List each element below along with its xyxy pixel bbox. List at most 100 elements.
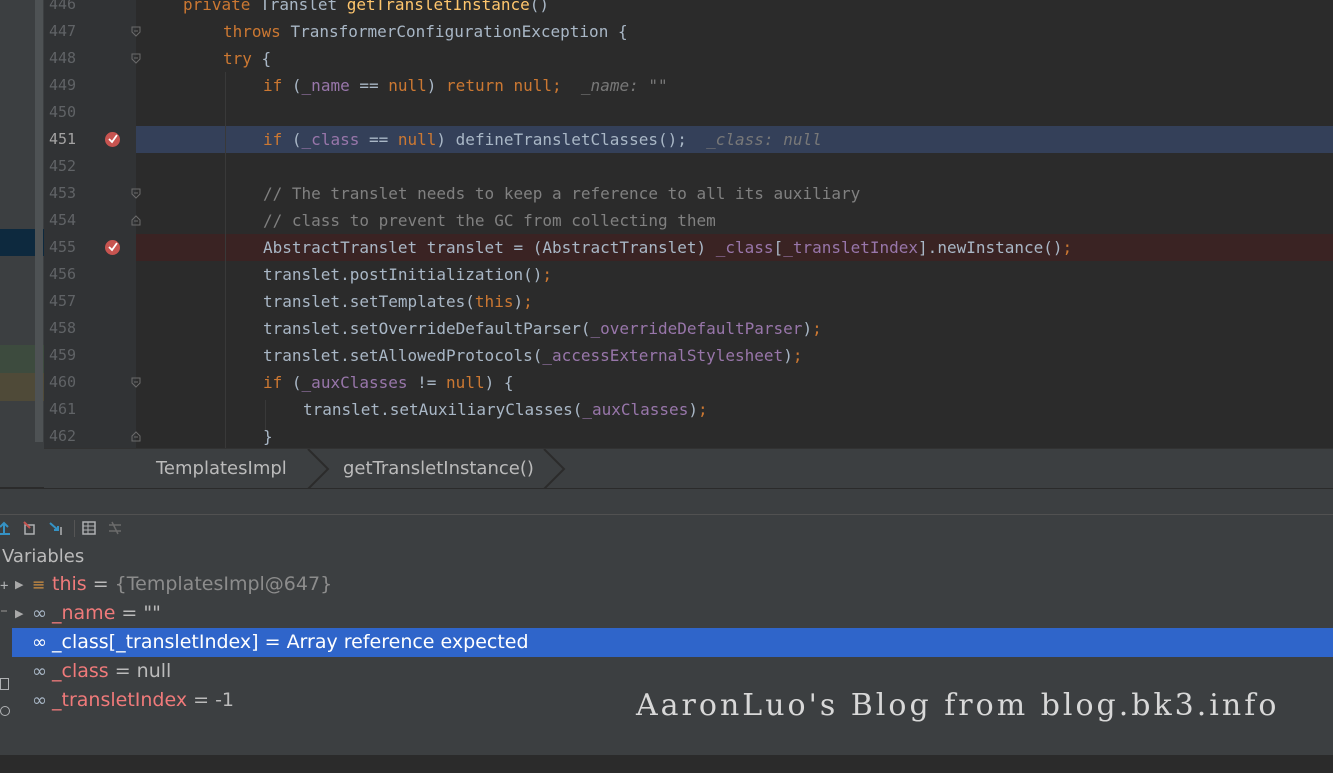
code-token: translet.postInitialization() xyxy=(263,265,543,284)
code-token: ; xyxy=(552,76,562,95)
code-token: translet.setAuxiliaryClasses( xyxy=(303,400,583,419)
breakpoint-icon[interactable] xyxy=(104,239,121,256)
variable-name: this xyxy=(52,573,87,595)
drop-frame-icon[interactable] xyxy=(22,520,38,536)
code-comment: // The translet needs to keep a referenc… xyxy=(263,184,861,203)
inline-debug-value: _name: "" xyxy=(561,76,668,95)
code-token: Translet xyxy=(260,0,347,14)
code-line-457: translet.setTemplates(this); xyxy=(136,288,533,315)
code-token: ) xyxy=(802,319,813,338)
line-number: 454 xyxy=(49,211,77,229)
breadcrumb-item-class[interactable]: TemplatesImpl xyxy=(156,449,287,489)
code-token: ) xyxy=(688,400,698,419)
code-token: _name xyxy=(301,76,350,95)
code-token: } xyxy=(263,427,273,446)
step-out-icon[interactable] xyxy=(0,520,12,536)
variable-equals: = xyxy=(86,573,115,595)
code-token: == xyxy=(349,76,389,95)
code-line-461: translet.setAuxiliaryClasses(_auxClasses… xyxy=(136,396,708,423)
trace-icon[interactable] xyxy=(107,520,123,536)
variable-value: -1 xyxy=(215,689,235,711)
code-token: ) xyxy=(426,76,447,95)
variable-equals: = xyxy=(258,631,287,653)
variable-equals: = xyxy=(187,689,216,711)
breakpoint-icon[interactable] xyxy=(104,131,121,148)
variable-value: "" xyxy=(143,602,161,624)
code-token: if xyxy=(263,130,292,149)
line-number: 446 xyxy=(49,0,77,13)
code-token: this xyxy=(474,292,514,311)
code-token: throws xyxy=(223,22,291,41)
code-token: ) xyxy=(783,346,793,365)
code-token: ; xyxy=(697,400,708,419)
code-line-459: translet.setAllowedProtocols(_accessExte… xyxy=(136,342,802,369)
variable-name: _transletIndex xyxy=(52,689,188,711)
code-token: if xyxy=(263,76,292,95)
code-line-447: throws TransformerConfigurationException… xyxy=(136,18,628,45)
line-number: 458 xyxy=(49,319,77,337)
variable-name: _class[_transletIndex] xyxy=(52,631,259,653)
code-token: null xyxy=(388,76,427,95)
variable-value: null xyxy=(136,660,172,682)
evaluate-table-icon[interactable] xyxy=(81,520,97,536)
line-number: 460 xyxy=(49,373,77,391)
add-watch-icon[interactable]: + xyxy=(0,578,8,594)
remove-watch-icon[interactable] xyxy=(1,610,7,612)
code-line-460: if (_auxClasses != null) { xyxy=(136,369,513,396)
inline-debug-value: _class: null xyxy=(686,130,822,149)
line-number: 459 xyxy=(49,346,77,364)
code-token: _class xyxy=(715,238,774,257)
code-line-458: translet.setOverrideDefaultParser(_overr… xyxy=(136,315,822,342)
code-token: ; xyxy=(792,346,803,365)
line-number: 455 xyxy=(49,238,77,256)
settings-icon[interactable] xyxy=(0,706,10,716)
variable-row[interactable]: ▶ ∞ _name = "" xyxy=(12,599,1333,628)
code-token: translet.setAllowedProtocols( xyxy=(263,346,543,365)
variable-name: _name xyxy=(52,602,116,624)
code-token: return null xyxy=(446,76,553,95)
run-to-cursor-icon[interactable] xyxy=(48,520,64,536)
copy-icon[interactable] xyxy=(0,678,9,690)
line-number: 453 xyxy=(49,184,77,202)
code-token: [ xyxy=(773,238,784,257)
line-number: 456 xyxy=(49,265,77,283)
code-token: _class xyxy=(301,130,360,149)
code-token: () xyxy=(529,0,550,14)
watermark-text: AaronLuo's Blog from blog.bk3.info xyxy=(636,688,1280,723)
code-token: TransformerConfigurationException { xyxy=(290,22,628,41)
debug-panel-header xyxy=(0,488,1333,515)
variables-side-toolbar: + xyxy=(0,570,12,755)
code-token: _accessExternalStylesheet xyxy=(542,346,784,365)
code-token: ) xyxy=(513,292,524,311)
variables-header: Variables xyxy=(0,542,1333,570)
watch-icon: ∞ xyxy=(32,632,47,653)
code-token: _overrideDefaultParser xyxy=(590,319,803,338)
watch-icon: ∞ xyxy=(32,603,47,624)
code-line-446: private Translet getTransletInstance() xyxy=(136,0,549,18)
line-number: 457 xyxy=(49,292,77,310)
expand-arrow-icon[interactable]: ▶ xyxy=(15,570,23,599)
code-comment: // class to prevent the GC from collecti… xyxy=(263,211,716,230)
variable-row[interactable]: ▶ ≡ this = {TemplatesImpl@647} xyxy=(12,570,1333,599)
breadcrumb: TemplatesImpl getTransletInstance() xyxy=(44,448,1333,489)
code-line-449: if (_name == null) return null; _name: "… xyxy=(136,72,668,99)
code-token: ; xyxy=(1062,238,1073,257)
code-token: == xyxy=(359,130,398,149)
line-number: 447 xyxy=(49,22,77,40)
code-token: ].newInstance() xyxy=(918,238,1063,257)
line-number: 462 xyxy=(49,427,77,445)
code-token: ( xyxy=(291,76,302,95)
line-number: 451 xyxy=(49,130,77,148)
expand-arrow-icon[interactable]: ▶ xyxy=(15,599,23,628)
breadcrumb-item-method[interactable]: getTransletInstance() xyxy=(343,449,534,489)
line-number: 448 xyxy=(49,49,77,67)
breadcrumb-separator-icon xyxy=(307,449,330,489)
code-line-462: } xyxy=(136,423,273,450)
variable-row-selected[interactable]: ∞ _class[_transletIndex] = Array referen… xyxy=(12,628,1333,657)
code-token: _auxClasses xyxy=(582,400,689,419)
left-scrollbar[interactable] xyxy=(35,0,43,442)
code-token: null xyxy=(397,130,437,149)
variable-equals: = xyxy=(108,660,137,682)
watch-icon: ∞ xyxy=(32,690,47,711)
variable-row[interactable]: ∞ _class = null xyxy=(12,657,1333,686)
